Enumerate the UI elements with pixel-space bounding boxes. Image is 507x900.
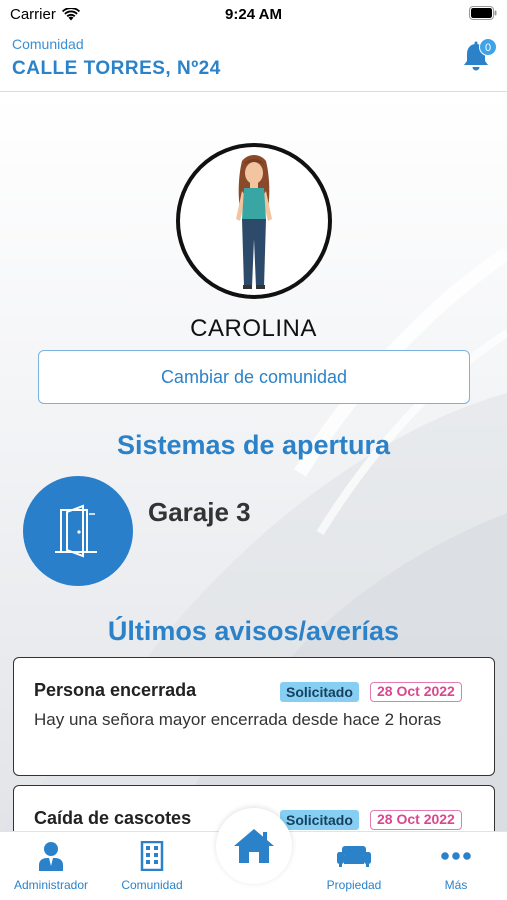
user-icon [39, 842, 63, 871]
opening-system-label[interactable]: Garaje 3 [148, 497, 251, 528]
tab-label: Administrador [13, 878, 89, 892]
notice-title: Caída de cascotes [34, 808, 192, 828]
tab-mas[interactable]: Más [406, 840, 506, 892]
garage-door-button[interactable] [23, 476, 133, 586]
community-title[interactable]: CALLE TORRES, Nº24 [12, 58, 221, 80]
user-name: CAROLINA [190, 315, 317, 342]
app-header: Comunidad CALLE TORRES, Nº24 0 [0, 30, 507, 92]
more-icon [441, 852, 471, 860]
notice-card[interactable]: Persona encerrada Solicitado 28 Oct 2022… [13, 657, 495, 776]
status-badge: Solicitado [280, 682, 359, 702]
status-badge: Solicitado [280, 810, 359, 830]
tab-administrador[interactable]: Administrador [1, 840, 101, 892]
status-time: 9:24 AM [225, 6, 282, 23]
status-bar: Carrier 9:24 AM [0, 0, 507, 30]
date-badge: 28 Oct 2022 [370, 810, 462, 830]
battery-icon [469, 6, 497, 20]
tab-label: Propiedad [326, 878, 382, 892]
notice-title: Persona encerrada [34, 680, 197, 700]
change-community-button[interactable]: Cambiar de comunidad [38, 350, 470, 404]
main-content: CAROLINA Cambiar de comunidad Sistemas d… [0, 93, 507, 831]
door-open-icon [55, 504, 97, 558]
opening-systems-title: Sistemas de apertura [116, 430, 391, 460]
tab-label: Más [444, 878, 468, 892]
notification-badge: 0 [479, 38, 497, 56]
user-avatar[interactable] [176, 143, 332, 299]
woman-illustration [236, 155, 272, 289]
sofa-icon [337, 846, 371, 867]
tab-propiedad[interactable]: Propiedad [304, 840, 404, 892]
tab-comunidad[interactable]: Comunidad [102, 840, 202, 892]
home-button[interactable] [216, 808, 292, 884]
home-icon [234, 829, 274, 863]
tab-label: Comunidad [121, 878, 183, 892]
community-label: Comunidad [12, 36, 84, 52]
date-badge: 28 Oct 2022 [370, 682, 462, 702]
notice-description: Hay una señora mayor encerrada desde hac… [34, 710, 442, 729]
notices-title: Últimos avisos/averías [107, 616, 400, 646]
building-icon [140, 841, 164, 871]
